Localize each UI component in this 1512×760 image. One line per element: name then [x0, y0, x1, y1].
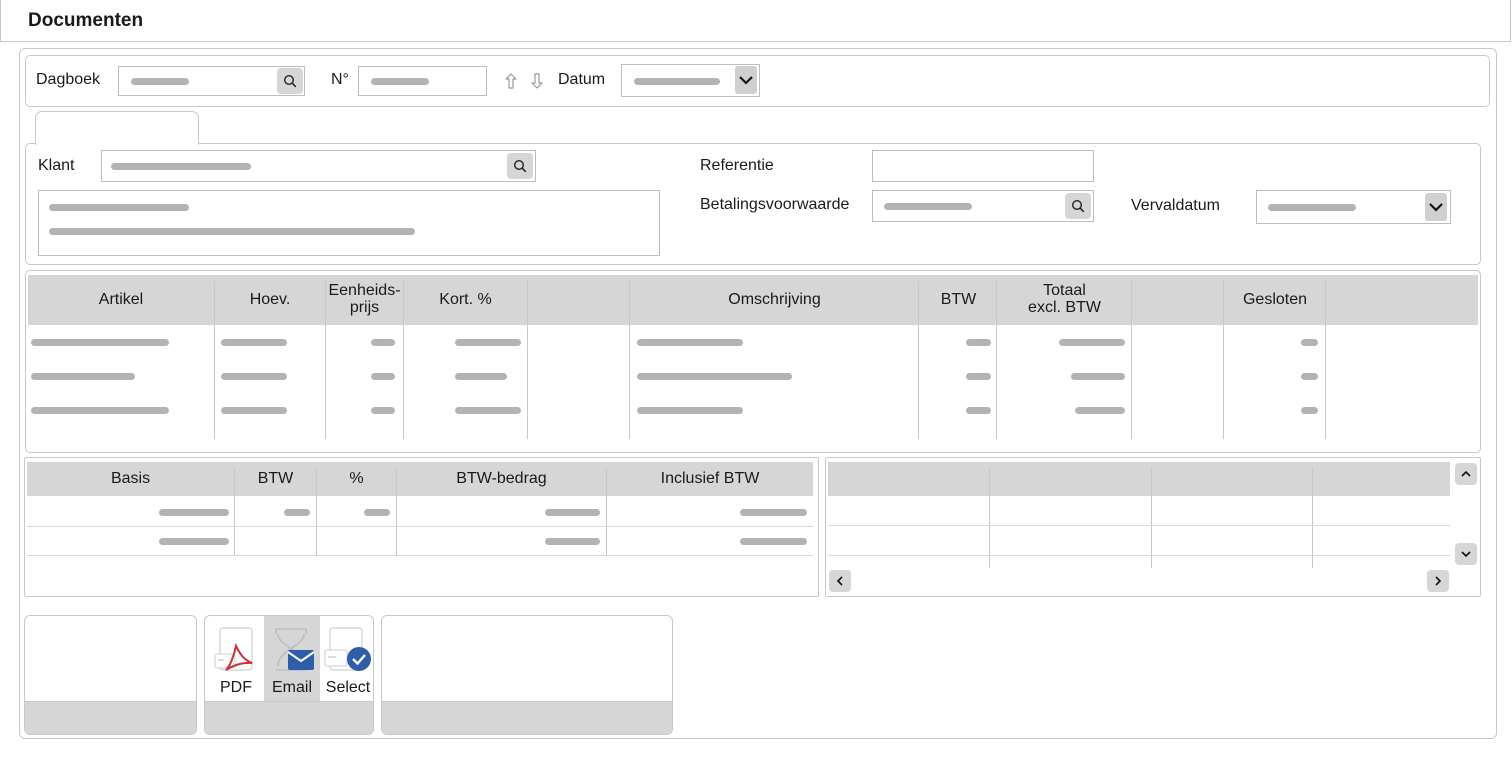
vervaldatum-select[interactable] [1256, 190, 1451, 224]
search-icon [283, 74, 297, 88]
arrow-down-icon[interactable] [530, 72, 544, 90]
scroll-left-button[interactable] [829, 570, 851, 592]
document-lines-panel: Artikel Hoev. Eenheids- prijs Kort. % Om… [25, 270, 1481, 453]
window-titlebar: Documenten [0, 0, 1511, 42]
search-icon [513, 159, 527, 173]
col-artikel[interactable]: Artikel [28, 291, 214, 308]
vervaldatum-dropdown-button[interactable] [1425, 193, 1447, 221]
scroll-down-button[interactable] [1455, 543, 1477, 565]
vervaldatum-label: Vervaldatum [1131, 197, 1220, 214]
journal-filter-panel: Dagboek N° Datum [25, 55, 1490, 107]
email-label: Email [271, 679, 312, 696]
col-hoev[interactable]: Hoev. [215, 291, 325, 308]
chevron-up-icon [1461, 470, 1471, 477]
table-row[interactable] [26, 367, 1476, 393]
action-group-3 [381, 615, 673, 735]
search-icon [1071, 199, 1085, 213]
col-gesloten[interactable]: Gesloten [1225, 291, 1325, 308]
betalingsvoorwaarde-input[interactable] [872, 190, 1094, 222]
table-row[interactable] [26, 333, 1476, 359]
betalingsvoorwaarde-search-button[interactable] [1065, 193, 1091, 219]
dagboek-search-button[interactable] [277, 68, 303, 94]
col-btw[interactable]: BTW [920, 291, 997, 308]
nr-input[interactable] [358, 66, 487, 96]
action-group-1 [24, 615, 197, 735]
scroll-right-button[interactable] [1427, 570, 1449, 592]
select-button[interactable]: Select [320, 616, 373, 701]
pdf-label: PDF [220, 679, 252, 696]
chevron-right-icon [1435, 576, 1442, 586]
datum-select[interactable] [621, 64, 760, 97]
klant-search-button[interactable] [507, 153, 533, 179]
datum-dropdown-button[interactable] [735, 66, 757, 94]
chevron-down-icon [739, 76, 753, 85]
col-vat-btw[interactable]: BTW [235, 470, 316, 487]
referentie-label: Referentie [700, 157, 774, 174]
col-eenheidsprijs[interactable]: Eenheids- prijs [326, 282, 403, 316]
chevron-left-icon [836, 576, 843, 586]
arrow-up-icon[interactable] [504, 72, 518, 90]
table-row[interactable] [25, 498, 815, 526]
col-btw-bedrag[interactable]: BTW-bedrag [397, 470, 606, 487]
datum-label: Datum [558, 71, 606, 88]
customer-panel: Klant Referentie Betalingsvoorwaarde Ver… [25, 143, 1481, 265]
email-button[interactable]: Email [264, 616, 320, 701]
col-vat-percent[interactable]: % [317, 470, 396, 487]
referentie-input[interactable] [872, 150, 1094, 182]
pdf-button[interactable]: PDF [208, 616, 264, 701]
dagboek-label: Dagboek [36, 71, 101, 88]
chevron-down-icon [1429, 203, 1443, 212]
vat-table-header: Basis BTW % BTW-bedrag Inclusief BTW [27, 462, 813, 496]
col-omschrijving[interactable]: Omschrijving [630, 291, 919, 308]
nr-label: N° [331, 71, 349, 88]
chevron-down-icon [1461, 551, 1471, 558]
email-icon [275, 628, 315, 671]
lines-table-header: Artikel Hoev. Eenheids- prijs Kort. % Om… [28, 275, 1478, 325]
table-row[interactable] [26, 401, 1476, 427]
pdf-icon [214, 627, 253, 671]
extra-grid-header [828, 462, 1450, 496]
window-title: Documenten [28, 10, 144, 31]
scroll-up-button[interactable] [1455, 463, 1477, 485]
betalingsvoorwaarde-label: Betalingsvoorwaarde [700, 196, 850, 213]
klant-address-box [38, 190, 660, 256]
output-action-group: PDF Email Select [204, 615, 374, 735]
col-inclusief-btw[interactable]: Inclusief BTW [607, 470, 813, 487]
klant-input[interactable] [101, 150, 536, 182]
dagboek-input[interactable] [118, 66, 305, 96]
vat-summary-panel: Basis BTW % BTW-bedrag Inclusief BTW [24, 457, 819, 597]
col-totaal-excl[interactable]: Totaal excl. BTW [998, 282, 1131, 316]
extra-grid-panel [825, 457, 1481, 597]
col-basis[interactable]: Basis [27, 470, 234, 487]
table-row[interactable] [25, 528, 815, 556]
klant-label: Klant [38, 157, 75, 174]
select-label: Select [325, 679, 371, 696]
select-check-icon [324, 627, 371, 671]
tab-general[interactable] [35, 111, 199, 145]
col-kort[interactable]: Kort. % [404, 291, 527, 308]
